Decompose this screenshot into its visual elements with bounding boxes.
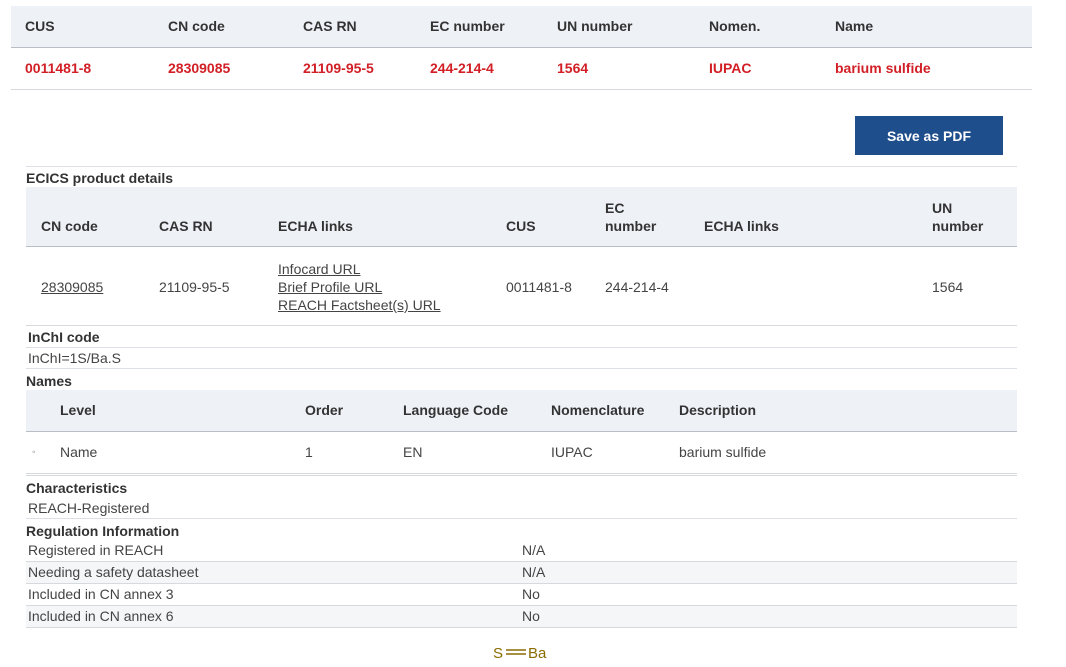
chemical-structure-image: S Ba [493, 645, 547, 662]
details-header-ec-number-line2: number [605, 218, 657, 234]
summary-cas-rn: 21109-95-5 [303, 60, 374, 76]
structure-atom-ba: Ba [528, 645, 547, 662]
cn-code-link[interactable]: 28309085 [41, 278, 103, 296]
structure-atom-s: S [493, 645, 503, 662]
summary-header-cn-code: CN code [168, 18, 225, 34]
summary-header-nomen: Nomen. [709, 18, 761, 34]
names-description: barium sulfide [679, 444, 767, 460]
regulation-value: No [522, 586, 540, 602]
names-data-row: ◦ Name 1 EN IUPAC barium sulfide [26, 432, 1017, 476]
names-header-language: Language Code [403, 402, 509, 418]
regulation-row: Included in CN annex 6 No [26, 606, 1017, 628]
details-data-row: 28309085 21109-95-5 Infocard URL Brief P… [26, 247, 1017, 326]
regulation-row: Registered in REACH N/A [26, 540, 1017, 562]
details-cas-rn: 21109-95-5 [159, 279, 230, 295]
details-header-cas-rn: CAS RN [159, 218, 213, 234]
bullet-icon: ◦ [32, 447, 36, 458]
summary-table: CUS CN code CAS RN EC number UN number N… [11, 6, 1032, 90]
characteristics-title: Characteristics [26, 480, 128, 496]
summary-header-cas-rn: CAS RN [303, 18, 357, 34]
details-section-title: ECICS product details [26, 170, 174, 186]
summary-header-un-number: UN number [557, 18, 633, 34]
names-level: Name [60, 444, 98, 460]
divider [26, 518, 1017, 519]
details-header-un-number-line1: UN [932, 200, 953, 216]
product-details-table: CN code CAS RN ECHA links CUS EC number … [26, 187, 1017, 326]
brief-profile-url-link[interactable]: Brief Profile URL [278, 278, 382, 296]
details-header-ec-number-line1: EC [605, 200, 625, 216]
divider [26, 166, 1017, 167]
details-header-cn-code: CN code [41, 218, 98, 234]
regulation-title: Regulation Information [26, 523, 180, 539]
names-nomenclature: IUPAC [551, 444, 593, 460]
details-ec-number: 244-214-4 [605, 279, 669, 295]
summary-cus: 0011481-8 [25, 60, 92, 76]
regulation-value: N/A [522, 542, 546, 558]
names-order: 1 [305, 444, 313, 460]
summary-un-number: 1564 [557, 60, 589, 76]
summary-data-row: 0011481-8 28309085 21109-95-5 244-214-4 … [11, 48, 1032, 90]
names-title: Names [26, 373, 72, 389]
regulation-row: Included in CN annex 3 No [26, 584, 1017, 606]
regulation-label: Registered in REACH [28, 542, 164, 558]
names-header-order: Order [305, 402, 344, 418]
names-header-row: Level Order Language Code Nomenclature D… [26, 390, 1017, 432]
summary-nomen: IUPAC [709, 60, 752, 76]
details-cus: 0011481-8 [506, 279, 572, 295]
names-header-level: Level [60, 402, 96, 418]
summary-name: barium sulfide [835, 60, 931, 76]
names-table: Level Order Language Code Nomenclature D… [26, 390, 1017, 476]
divider [26, 368, 1017, 369]
characteristics-value: REACH-Registered [28, 500, 150, 516]
reach-factsheet-url-link[interactable]: REACH Factsheet(s) URL [278, 296, 441, 314]
divider [26, 347, 1017, 348]
names-language: EN [403, 444, 423, 460]
summary-header-cus: CUS [25, 18, 55, 34]
save-as-pdf-button[interactable]: Save as PDF [855, 116, 1003, 155]
inchi-value: InChI=1S/Ba.S [28, 350, 122, 366]
details-header-cus: CUS [506, 218, 536, 234]
details-header-row: CN code CAS RN ECHA links CUS EC number … [26, 187, 1017, 247]
summary-header-row: CUS CN code CAS RN EC number UN number N… [11, 6, 1032, 48]
inchi-title: InChI code [28, 329, 100, 345]
details-header-un-number-line2: number [932, 218, 984, 234]
infocard-url-link[interactable]: Infocard URL [278, 260, 360, 278]
regulation-label: Included in CN annex 6 [28, 608, 174, 624]
regulation-value: No [522, 608, 540, 624]
names-header-description: Description [679, 402, 757, 418]
details-un-number: 1564 [932, 279, 964, 295]
summary-ec-number: 244-214-4 [430, 60, 494, 76]
details-header-echa-links-2: ECHA links [704, 218, 779, 234]
regulation-row: Needing a safety datasheet N/A [26, 562, 1017, 584]
regulation-value: N/A [522, 564, 546, 580]
regulation-label: Included in CN annex 3 [28, 586, 174, 602]
summary-cn-code: 28309085 [168, 60, 231, 76]
summary-header-name: Name [835, 18, 874, 34]
summary-header-ec-number: EC number [430, 18, 505, 34]
regulation-label: Needing a safety datasheet [28, 564, 199, 580]
details-header-echa-links: ECHA links [278, 218, 353, 234]
names-header-nomenclature: Nomenclature [551, 402, 645, 418]
regulation-table: Registered in REACH N/A Needing a safety… [26, 540, 1017, 628]
